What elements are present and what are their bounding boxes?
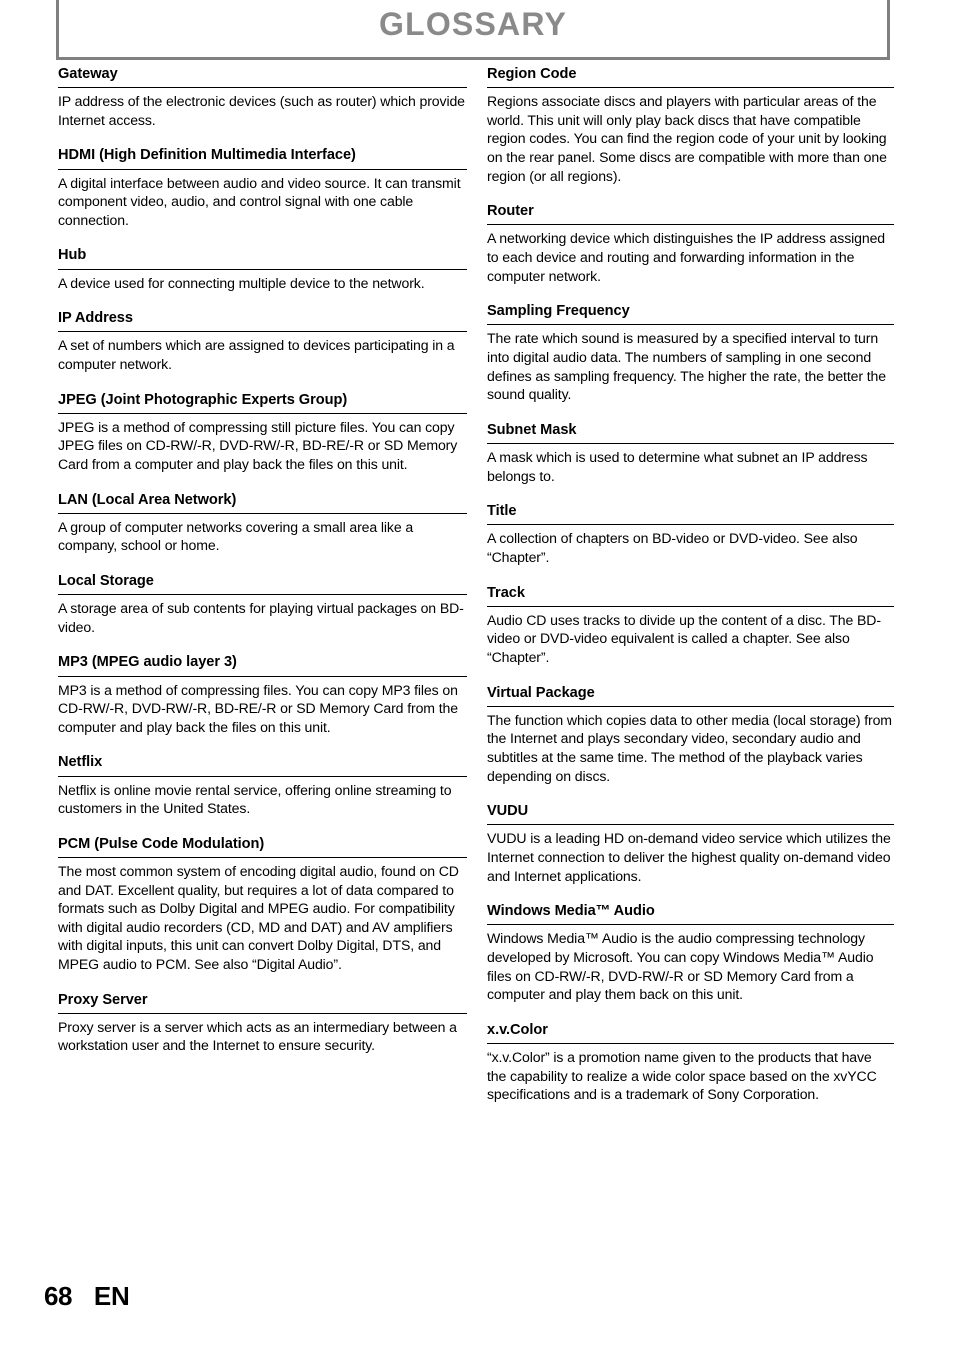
glossary-definition: Regions associate discs and players with…	[487, 93, 887, 184]
glossary-term: Netflix	[58, 754, 467, 777]
glossary-term: Virtual Package	[487, 685, 894, 707]
glossary-term: Sampling Frequency	[487, 303, 894, 326]
glossary-entry: PCM (Pulse Code Modulation) The most comm…	[58, 836, 467, 974]
glossary-term: Proxy Server	[58, 992, 467, 1014]
glossary-definition: MP3 is a method of compressing files. Yo…	[58, 681, 458, 735]
glossary-term: VUDU	[487, 803, 894, 826]
glossary-entry: Windows Media™ Audio Windows Media™ Audio…	[487, 903, 894, 1004]
glossary-definition: “x.v.Color” is a promotion name given to…	[487, 1049, 877, 1103]
glossary-column-right: Region Code Regions associate discs and p…	[477, 66, 954, 1104]
glossary-definition: A device used for connecting multiple de…	[58, 274, 425, 291]
glossary-term: Track	[487, 585, 894, 607]
glossary-term: Local Storage	[58, 573, 467, 596]
glossary-entry: JPEG (Joint Photographic Experts Group) J…	[58, 392, 467, 474]
glossary-entry: Local Storage A storage area of sub conte…	[58, 573, 467, 636]
glossary-entry: Proxy Server Proxy server is a server whi…	[58, 992, 467, 1055]
glossary-page: GLOSSARY Gateway IP address of the electr…	[0, 0, 954, 1348]
page-number: 68	[44, 1281, 72, 1311]
glossary-entry: MP3 (MPEG audio layer 3) MP3 is a method …	[58, 654, 467, 736]
glossary-definition: A digital interface between audio and vi…	[58, 174, 461, 228]
glossary-entry: HDMI (High Definition Multimedia Interfa…	[58, 147, 467, 229]
glossary-term: Router	[487, 203, 894, 226]
glossary-entry: Subnet Mask A mask which is used to deter…	[487, 422, 894, 485]
glossary-term: Subnet Mask	[487, 422, 894, 444]
glossary-entry: LAN (Local Area Network) A group of compu…	[58, 492, 467, 555]
glossary-entry: Router A networking device which distingu…	[487, 203, 894, 285]
glossary-definition: Proxy server is a server which acts as a…	[58, 1018, 457, 1054]
glossary-definition: A collection of chapters on BD-video or …	[487, 530, 858, 565]
glossary-entry: Gateway IP address of the electronic devi…	[58, 66, 467, 129]
glossary-term: JPEG (Joint Photographic Experts Group)	[58, 392, 467, 414]
glossary-definition: A storage area of sub contents for playi…	[58, 600, 464, 635]
glossary-term: HDMI (High Definition Multimedia Interfa…	[58, 147, 467, 170]
glossary-term: MP3 (MPEG audio layer 3)	[58, 654, 467, 677]
glossary-definition: The most common system of encoding digit…	[58, 863, 459, 973]
glossary-term: Hub	[58, 247, 467, 270]
glossary-term: LAN (Local Area Network)	[58, 492, 467, 514]
glossary-entry: Virtual Package The function which copies…	[487, 685, 894, 786]
glossary-entry: Region Code Regions associate discs and p…	[487, 66, 894, 185]
glossary-entry: VUDU VUDU is a leading HD on-demand video…	[487, 803, 894, 885]
glossary-definition: A group of computer networks covering a …	[58, 518, 414, 554]
glossary-definition: VUDU is a leading HD on-demand video ser…	[487, 830, 891, 884]
glossary-definition: A set of numbers which are assigned to d…	[58, 337, 455, 373]
page-header-box: GLOSSARY	[56, 0, 890, 60]
glossary-columns: Gateway IP address of the electronic devi…	[0, 66, 954, 1104]
page-language-code: EN	[93, 1281, 130, 1311]
glossary-definition: JPEG is a method of compressing still pi…	[58, 418, 458, 473]
glossary-term: Title	[487, 503, 894, 526]
glossary-term: Region Code	[487, 66, 894, 89]
glossary-entry: x.v.Color “x.v.Color” is a promotion name…	[487, 1022, 894, 1104]
glossary-entry: Track Audio CD uses tracks to divide up t…	[487, 585, 894, 667]
glossary-definition: A mask which is used to determine what s…	[487, 449, 868, 484]
glossary-definition: The function which copies data to other …	[487, 711, 892, 784]
glossary-entry: Hub A device used for connecting multiple…	[58, 247, 467, 292]
glossary-definition: Windows Media™ Audio is the audio compre…	[487, 930, 874, 1003]
glossary-entry: IP Address A set of numbers which are ass…	[58, 310, 467, 373]
glossary-column-left: Gateway IP address of the electronic devi…	[0, 66, 477, 1104]
page-footer: 68 EN	[44, 1281, 130, 1312]
glossary-term: PCM (Pulse Code Modulation)	[58, 836, 467, 859]
glossary-entry: Sampling Frequency The rate which sound i…	[487, 303, 894, 404]
glossary-term: IP Address	[58, 310, 467, 333]
glossary-definition: Audio CD uses tracks to divide up the co…	[487, 611, 881, 665]
page-title: GLOSSARY	[379, 5, 567, 42]
glossary-term: Gateway	[58, 66, 467, 89]
glossary-term: Windows Media™ Audio	[487, 903, 894, 926]
glossary-definition: A networking device which distinguishes …	[487, 230, 886, 284]
glossary-definition: Netflix is online movie rental service, …	[58, 781, 452, 817]
glossary-definition: IP address of the electronic devices (su…	[58, 93, 465, 128]
glossary-definition: The rate which sound is measured by a sp…	[487, 330, 886, 403]
glossary-term: x.v.Color	[487, 1022, 894, 1044]
glossary-entry: Netflix Netflix is online movie rental se…	[58, 754, 467, 817]
glossary-entry: Title A collection of chapters on BD-vide…	[487, 503, 894, 566]
